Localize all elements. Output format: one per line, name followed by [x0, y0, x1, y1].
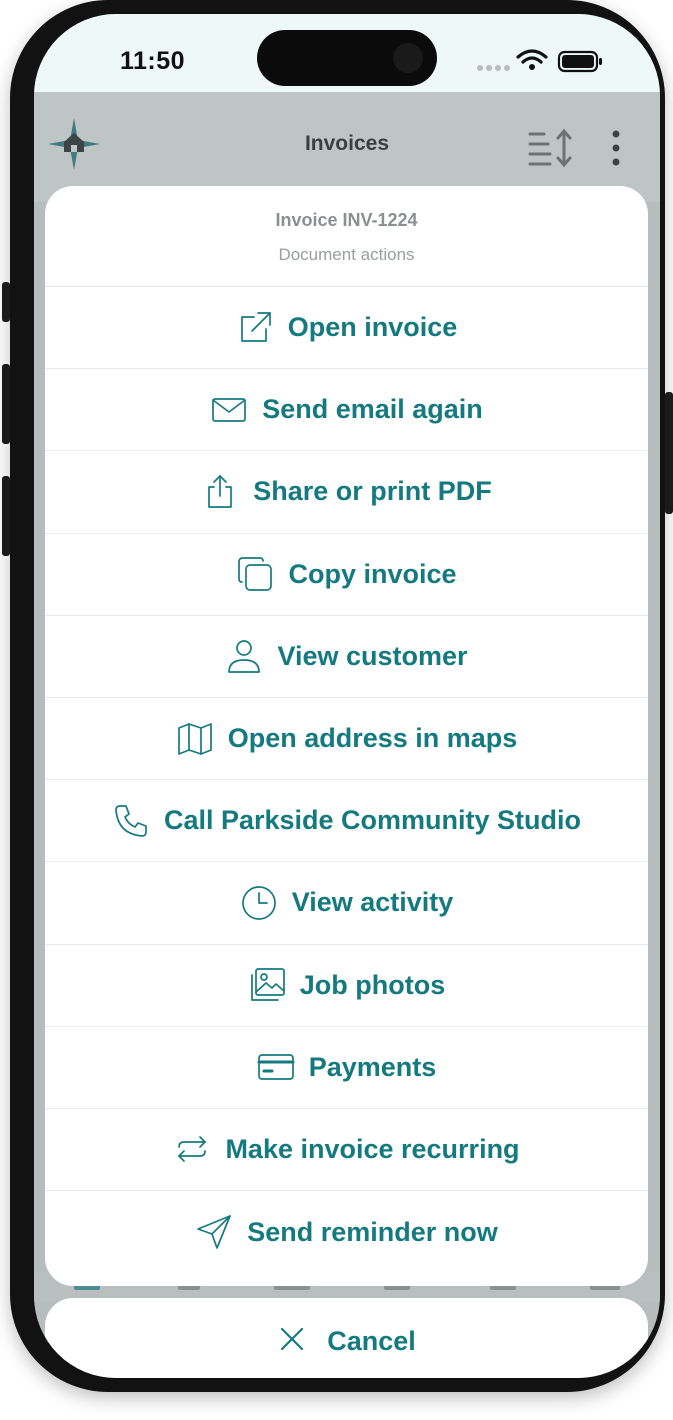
- user-icon: [225, 637, 263, 675]
- map-icon: [176, 720, 214, 758]
- send-reminder-button[interactable]: Send reminder now: [45, 1191, 648, 1273]
- clock-icon: [240, 884, 278, 922]
- share-icon: [201, 473, 239, 511]
- action-label: Payments: [308, 1051, 437, 1082]
- dynamic-island: [257, 30, 437, 86]
- phone-icon: [112, 802, 150, 840]
- view-customer-button[interactable]: View customer: [45, 616, 648, 698]
- payments-button[interactable]: Payments: [45, 1027, 648, 1109]
- status-bar: 11:50: [34, 14, 660, 92]
- send-email-again-button[interactable]: Send email again: [45, 369, 648, 452]
- action-label: View customer: [277, 640, 468, 671]
- repeat-icon: [173, 1130, 211, 1168]
- action-label: Share or print PDF: [253, 476, 492, 507]
- copy-icon: [236, 555, 274, 593]
- make-recurring-button[interactable]: Make invoice recurring: [45, 1109, 648, 1192]
- open-invoice-button[interactable]: Open invoice: [45, 287, 648, 370]
- open-address-maps-button[interactable]: Open address in maps: [45, 698, 648, 781]
- action-label: View activity: [291, 887, 454, 918]
- signal-icon: [477, 65, 510, 71]
- action-label: Open invoice: [287, 312, 458, 343]
- wifi-icon: [516, 49, 548, 64]
- close-icon: [277, 1324, 307, 1359]
- phone-frame: 11:50 Invoices Invoice INV-1224 Document…: [2, 0, 673, 1392]
- action-sheet: Invoice INV-1224 Document actions Open i…: [45, 186, 648, 1286]
- cancel-label: Cancel: [327, 1326, 416, 1356]
- sort-icon[interactable]: [528, 128, 574, 168]
- status-icons: [476, 46, 606, 76]
- status-time: 11:50: [120, 47, 186, 75]
- volume-up-button: [2, 364, 10, 444]
- power-button: [665, 392, 673, 514]
- job-photos-button[interactable]: Job photos: [45, 945, 648, 1027]
- action-label: Send reminder now: [247, 1216, 498, 1247]
- action-label: Copy invoice: [288, 558, 457, 589]
- screen: 11:50 Invoices Invoice INV-1224 Document…: [34, 14, 660, 1378]
- action-label: Send email again: [262, 394, 483, 425]
- more-options-icon[interactable]: [608, 128, 624, 168]
- external-link-icon: [236, 309, 274, 347]
- action-sheet-title: Invoice INV-1224: [275, 210, 418, 230]
- action-label: Open address in maps: [227, 723, 518, 754]
- credit-card-icon: [257, 1048, 295, 1086]
- photos-icon: [248, 966, 286, 1004]
- mail-icon: [210, 391, 248, 429]
- cancel-button[interactable]: Cancel: [45, 1298, 648, 1378]
- view-activity-button[interactable]: View activity: [45, 862, 648, 945]
- action-sheet-subtitle: Document actions: [278, 245, 415, 264]
- call-customer-button[interactable]: Call Parkside Community Studio: [45, 780, 648, 863]
- action-label: Make invoice recurring: [225, 1133, 520, 1164]
- copy-invoice-button[interactable]: Copy invoice: [45, 534, 648, 616]
- battery-icon: [557, 50, 602, 73]
- mute-switch: [2, 282, 10, 322]
- action-label: Job photos: [299, 969, 446, 1000]
- action-label: Call Parkside Community Studio: [163, 805, 582, 836]
- action-sheet-header: Invoice INV-1224 Document actions: [45, 186, 648, 287]
- share-print-pdf-button[interactable]: Share or print PDF: [45, 451, 648, 534]
- send-icon: [195, 1213, 233, 1251]
- volume-down-button: [2, 476, 10, 556]
